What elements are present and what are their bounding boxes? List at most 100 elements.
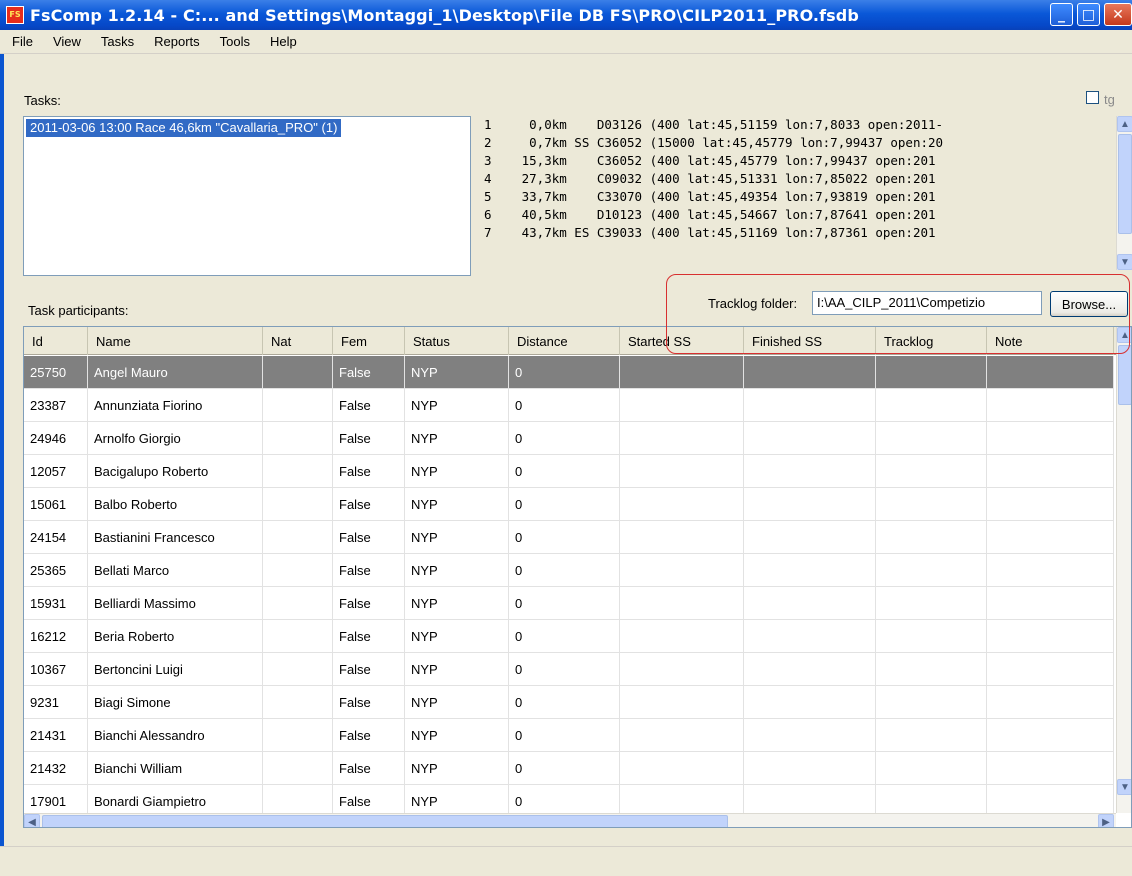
cell-tracklog[interactable] — [876, 785, 987, 813]
cell-note[interactable] — [987, 587, 1114, 620]
grid-horizontal-scrollbar[interactable]: ◀ ▶ — [24, 813, 1116, 827]
cell-status[interactable]: NYP — [405, 686, 509, 719]
tg-checkbox[interactable] — [1086, 91, 1099, 104]
cell-started-ss[interactable] — [620, 620, 744, 653]
cell-distance[interactable]: 0 — [509, 488, 620, 521]
cell-status[interactable]: NYP — [405, 389, 509, 422]
cell-fem[interactable]: False — [333, 620, 405, 653]
cell-fem[interactable]: False — [333, 719, 405, 752]
cell-id[interactable]: 17901 — [24, 785, 88, 813]
cell-id[interactable]: 21432 — [24, 752, 88, 785]
cell-distance[interactable]: 0 — [509, 620, 620, 653]
cell-name[interactable]: Beria Roberto — [88, 620, 263, 653]
cell-status[interactable]: NYP — [405, 587, 509, 620]
table-row[interactable]: 17901 Bonardi Giampietro False NYP 0 — [24, 785, 1114, 813]
cell-fem[interactable]: False — [333, 389, 405, 422]
cell-note[interactable] — [987, 521, 1114, 554]
cell-name[interactable]: Annunziata Fiorino — [88, 389, 263, 422]
cell-finished-ss[interactable] — [744, 653, 876, 686]
cell-tracklog[interactable] — [876, 554, 987, 587]
cell-nat[interactable] — [263, 719, 333, 752]
menu-reports[interactable]: Reports — [154, 34, 200, 49]
table-row[interactable]: 21431 Bianchi Alessandro False NYP 0 — [24, 719, 1114, 752]
cell-id[interactable]: 25750 — [24, 356, 88, 389]
cell-started-ss[interactable] — [620, 752, 744, 785]
participants-grid[interactable]: Id Name Nat Fem Status Distance Started … — [23, 326, 1132, 828]
cell-id[interactable]: 24946 — [24, 422, 88, 455]
cell-id[interactable]: 15931 — [24, 587, 88, 620]
table-row[interactable]: 21432 Bianchi William False NYP 0 — [24, 752, 1114, 785]
cell-finished-ss[interactable] — [744, 521, 876, 554]
cell-distance[interactable]: 0 — [509, 653, 620, 686]
menu-view[interactable]: View — [53, 34, 81, 49]
table-row[interactable]: 12057 Bacigalupo Roberto False NYP 0 — [24, 455, 1114, 488]
cell-fem[interactable]: False — [333, 785, 405, 813]
cell-finished-ss[interactable] — [744, 587, 876, 620]
cell-note[interactable] — [987, 488, 1114, 521]
cell-nat[interactable] — [263, 686, 333, 719]
cell-status[interactable]: NYP — [405, 554, 509, 587]
cell-nat[interactable] — [263, 422, 333, 455]
cell-tracklog[interactable] — [876, 653, 987, 686]
cell-note[interactable] — [987, 653, 1114, 686]
cell-nat[interactable] — [263, 554, 333, 587]
tasks-list[interactable]: 2011-03-06 13:00 Race 46,6km "Cavallaria… — [23, 116, 471, 276]
table-row[interactable]: 24946 Arnolfo Giorgio False NYP 0 — [24, 422, 1114, 455]
cell-distance[interactable]: 0 — [509, 389, 620, 422]
cell-finished-ss[interactable] — [744, 785, 876, 813]
cell-status[interactable]: NYP — [405, 521, 509, 554]
cell-name[interactable]: Biagi Simone — [88, 686, 263, 719]
cell-name[interactable]: Bertoncini Luigi — [88, 653, 263, 686]
cell-note[interactable] — [987, 620, 1114, 653]
cell-finished-ss[interactable] — [744, 422, 876, 455]
cell-fem[interactable]: False — [333, 554, 405, 587]
minimize-button[interactable]: _ — [1050, 3, 1073, 26]
column-id[interactable]: Id — [24, 327, 88, 355]
cell-status[interactable]: NYP — [405, 719, 509, 752]
cell-name[interactable]: Bianchi Alessandro — [88, 719, 263, 752]
cell-status[interactable]: NYP — [405, 422, 509, 455]
cell-nat[interactable] — [263, 653, 333, 686]
turnpoints-scrollbar[interactable]: ▲ ▼ — [1116, 116, 1132, 270]
cell-started-ss[interactable] — [620, 455, 744, 488]
cell-distance[interactable]: 0 — [509, 752, 620, 785]
cell-note[interactable] — [987, 752, 1114, 785]
grid-vertical-scrollbar[interactable]: ▲ ▼ — [1116, 327, 1131, 813]
cell-fem[interactable]: False — [333, 587, 405, 620]
cell-id[interactable]: 16212 — [24, 620, 88, 653]
column-fem[interactable]: Fem — [333, 327, 405, 355]
cell-started-ss[interactable] — [620, 653, 744, 686]
cell-fem[interactable]: False — [333, 686, 405, 719]
cell-note[interactable] — [987, 422, 1114, 455]
browse-button[interactable]: Browse... — [1050, 291, 1128, 317]
cell-distance[interactable]: 0 — [509, 554, 620, 587]
cell-name[interactable]: Bacigalupo Roberto — [88, 455, 263, 488]
scroll-up-icon[interactable]: ▲ — [1117, 116, 1132, 132]
cell-status[interactable]: NYP — [405, 356, 509, 389]
cell-distance[interactable]: 0 — [509, 455, 620, 488]
cell-finished-ss[interactable] — [744, 686, 876, 719]
cell-fem[interactable]: False — [333, 455, 405, 488]
cell-nat[interactable] — [263, 785, 333, 813]
cell-finished-ss[interactable] — [744, 455, 876, 488]
column-note[interactable]: Note — [987, 327, 1114, 355]
cell-note[interactable] — [987, 719, 1114, 752]
cell-name[interactable]: Belliardi Massimo — [88, 587, 263, 620]
cell-tracklog[interactable] — [876, 620, 987, 653]
cell-id[interactable]: 25365 — [24, 554, 88, 587]
cell-note[interactable] — [987, 554, 1114, 587]
cell-fem[interactable]: False — [333, 488, 405, 521]
cell-name[interactable]: Bellati Marco — [88, 554, 263, 587]
cell-distance[interactable]: 0 — [509, 785, 620, 813]
cell-started-ss[interactable] — [620, 389, 744, 422]
scroll-thumb[interactable] — [42, 815, 728, 827]
cell-distance[interactable]: 0 — [509, 686, 620, 719]
menu-file[interactable]: File — [12, 34, 33, 49]
column-name[interactable]: Name — [88, 327, 263, 355]
cell-nat[interactable] — [263, 389, 333, 422]
cell-nat[interactable] — [263, 521, 333, 554]
cell-finished-ss[interactable] — [744, 488, 876, 521]
scroll-thumb[interactable] — [1118, 134, 1132, 234]
cell-nat[interactable] — [263, 752, 333, 785]
table-row[interactable]: 9231 Biagi Simone False NYP 0 — [24, 686, 1114, 719]
